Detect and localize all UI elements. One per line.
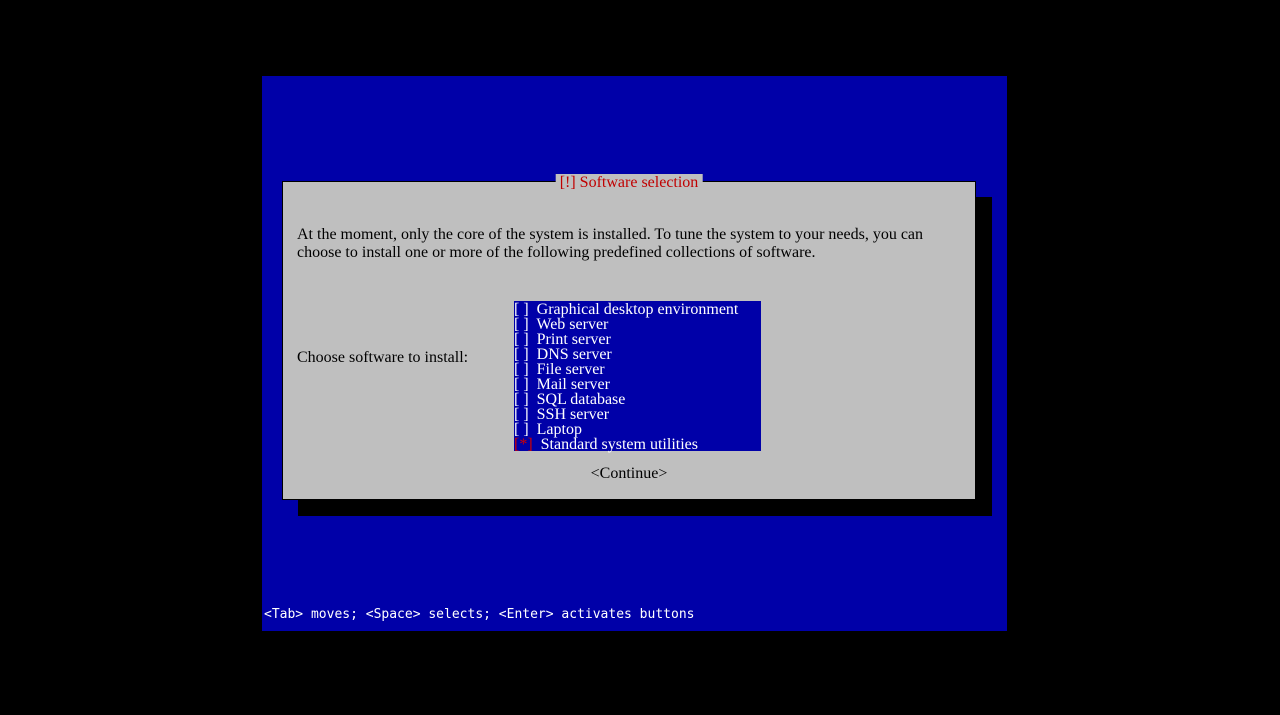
software-item-5[interactable]: [ ] Mail server: [514, 376, 761, 391]
software-item-0[interactable]: [ ] Graphical desktop environment: [514, 301, 761, 316]
checkbox-checked-icon[interactable]: [*]: [514, 436, 541, 453]
software-item-7[interactable]: [ ] SSH server: [514, 406, 761, 421]
software-selection-dialog: [!] Software selection At the moment, on…: [282, 181, 976, 500]
continue-button[interactable]: <Continue>: [283, 465, 975, 483]
intro-text: At the moment, only the core of the syst…: [297, 226, 961, 262]
help-bar: <Tab> moves; <Space> selects; <Enter> ac…: [264, 607, 694, 622]
software-item-2[interactable]: [ ] Print server: [514, 331, 761, 346]
software-item-4[interactable]: [ ] File server: [514, 361, 761, 376]
software-item-8[interactable]: [ ] Laptop: [514, 421, 761, 436]
software-item-label: Standard system utilities: [541, 436, 714, 453]
software-item-1[interactable]: [ ] Web server: [514, 316, 761, 331]
software-item-3[interactable]: [ ] DNS server: [514, 346, 761, 361]
software-item-6[interactable]: [ ] SQL database: [514, 391, 761, 406]
dialog-title: [!] Software selection: [556, 174, 703, 190]
title-marker: [!]: [560, 174, 580, 191]
title-text: Software selection: [580, 174, 699, 191]
software-item-9[interactable]: [*] Standard system utilities: [514, 436, 761, 451]
software-list[interactable]: [ ] Graphical desktop environment[ ] Web…: [514, 301, 761, 451]
